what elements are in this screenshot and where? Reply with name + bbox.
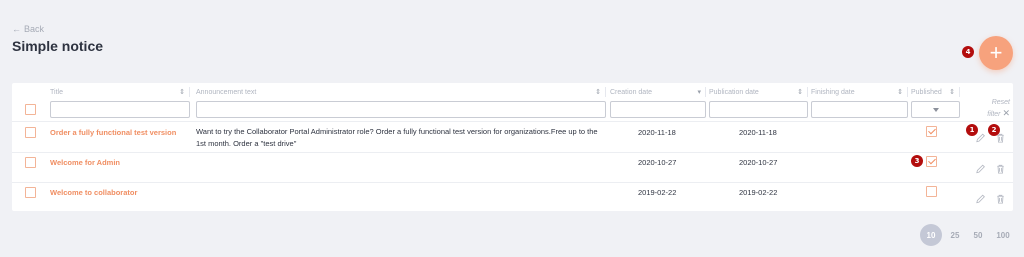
publication-date: 2020-11-18 bbox=[739, 128, 777, 137]
close-icon: ✕ bbox=[1002, 108, 1010, 118]
page-size-25[interactable]: 25 bbox=[948, 224, 962, 246]
column-header-finishing-date[interactable]: Finishing date ⇕ bbox=[811, 87, 908, 97]
sort-icon: ⇕ bbox=[595, 89, 601, 96]
announcement-text: Want to try the Collaborator Portal Admi… bbox=[196, 127, 598, 148]
published-checkbox[interactable] bbox=[926, 156, 937, 167]
finishing-date-filter-input[interactable] bbox=[811, 101, 908, 118]
select-all-checkbox[interactable] bbox=[25, 104, 36, 115]
published-filter-select[interactable] bbox=[911, 101, 960, 118]
sort-icon: ⇕ bbox=[179, 89, 185, 96]
sort-icon: ⇕ bbox=[797, 89, 803, 96]
creation-date: 2019-02-22 bbox=[638, 188, 677, 197]
pencil-icon[interactable] bbox=[975, 193, 986, 205]
sort-desc-icon: ▾ bbox=[697, 89, 701, 96]
table-row: Welcome for Admin 2020-10-27 2020-10-27 … bbox=[12, 152, 1013, 182]
title-filter-input[interactable] bbox=[50, 101, 190, 118]
plus-icon: + bbox=[989, 40, 1003, 65]
page-size-10[interactable]: 10 bbox=[920, 224, 942, 246]
column-header-creation-date[interactable]: Creation date ▾ bbox=[610, 87, 706, 97]
back-label: Back bbox=[24, 24, 45, 34]
marker-3: 3 bbox=[911, 155, 923, 167]
sort-icon: ⇕ bbox=[949, 89, 955, 96]
column-header-title[interactable]: Title ⇕ bbox=[50, 87, 190, 97]
chevron-down-icon bbox=[932, 107, 939, 112]
arrow-left-icon: ← bbox=[12, 24, 21, 34]
trash-icon[interactable] bbox=[995, 163, 1006, 175]
announcement-filter-input[interactable] bbox=[196, 101, 606, 118]
published-checkbox[interactable] bbox=[926, 186, 937, 197]
row-checkbox[interactable] bbox=[25, 157, 36, 168]
creation-date-filter-input[interactable] bbox=[610, 101, 706, 118]
marker-1: 1 bbox=[966, 124, 978, 136]
column-header-announcement[interactable]: Announcement text ⇕ bbox=[196, 87, 606, 97]
marker-2: 2 bbox=[988, 124, 1000, 136]
notice-title-link[interactable]: Order a fully functional test version bbox=[50, 128, 176, 137]
notices-table: Title ⇕ Announcement text ⇕ Creation date ▾… bbox=[12, 83, 1013, 211]
column-header-published[interactable]: Published ⇕ bbox=[911, 87, 960, 97]
published-checkbox[interactable] bbox=[926, 126, 937, 137]
creation-date: 2020-10-27 bbox=[638, 158, 677, 167]
trash-icon[interactable] bbox=[995, 193, 1006, 205]
page-size-100[interactable]: 100 bbox=[993, 224, 1013, 246]
sort-icon: ⇕ bbox=[897, 89, 903, 96]
table-row: Welcome to collaborator 2019-02-22 2019-… bbox=[12, 182, 1013, 211]
page-size-50[interactable]: 50 bbox=[971, 224, 985, 246]
creation-date: 2020-11-18 bbox=[638, 128, 676, 137]
reset-filter-button[interactable]: Reset filter ✕ bbox=[982, 97, 1010, 120]
row-checkbox[interactable] bbox=[25, 127, 36, 138]
column-header-publication-date[interactable]: Publication date ⇕ bbox=[709, 87, 808, 97]
notice-title-link[interactable]: Welcome to collaborator bbox=[50, 188, 137, 197]
publication-date-filter-input[interactable] bbox=[709, 101, 808, 118]
publication-date: 2019-02-22 bbox=[739, 188, 778, 197]
back-link[interactable]: ← Back bbox=[12, 24, 44, 34]
marker-4: 4 bbox=[962, 46, 974, 58]
row-checkbox[interactable] bbox=[25, 187, 36, 198]
page-title: Simple notice bbox=[12, 38, 104, 54]
table-row: Order a fully functional test version Wa… bbox=[12, 121, 1013, 152]
notice-title-link[interactable]: Welcome for Admin bbox=[50, 158, 120, 167]
publication-date: 2020-10-27 bbox=[739, 158, 778, 167]
add-notice-button[interactable]: + bbox=[979, 36, 1013, 70]
pencil-icon[interactable] bbox=[975, 163, 986, 175]
